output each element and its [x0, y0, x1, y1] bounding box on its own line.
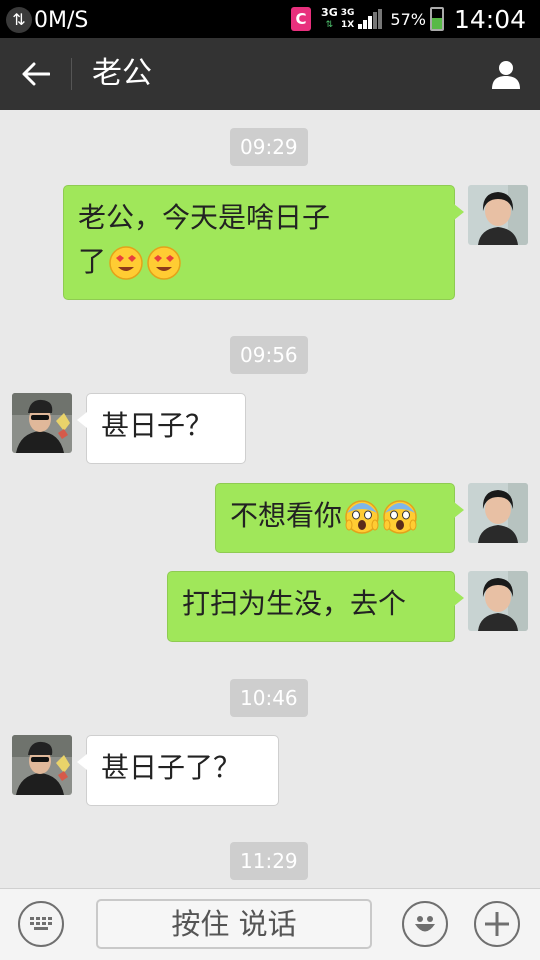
message-text: 甚日子了？ [101, 751, 242, 784]
outgoing-message[interactable]: 不想看你 [215, 483, 464, 553]
battery-icon [429, 7, 444, 31]
face-screaming-in-fear-icon [345, 500, 379, 534]
title-divider [71, 58, 72, 90]
message-timestamp: 09:29 [230, 128, 308, 166]
signal-strength-icon [357, 9, 383, 29]
status-icons: C 3G ⇅ 3G 1X 57% 14:04 [291, 0, 526, 38]
more-options-button[interactable] [474, 901, 520, 947]
network-speed: ⇅ 0M/S [6, 6, 88, 34]
smiling-face-with-heart-eyes-icon [109, 246, 143, 280]
network-type-label-2: 3G [340, 8, 355, 18]
battery-level-fill [431, 17, 442, 29]
data-arrows-icon: ⇅ [325, 20, 334, 30]
smiley-icon [415, 916, 435, 932]
status-clock: 14:04 [453, 4, 526, 34]
hold-to-talk-button[interactable]: 按住 说话 [96, 899, 372, 949]
emoji-button[interactable] [402, 901, 448, 947]
network-type-3g-1x: 3G 1X [341, 7, 355, 31]
network-type-3g: 3G ⇅ [321, 7, 338, 31]
incoming-message[interactable]: 甚日子了？ [77, 735, 279, 806]
message-timestamp: 09:56 [230, 336, 308, 374]
message-timestamp: 11:29 [230, 842, 308, 880]
network-speed-text: 0M/S [34, 7, 89, 33]
network-type-sub-label: 1X [340, 20, 355, 30]
message-text: 打扫为生没，去个 [182, 587, 407, 620]
status-bar: ⇅ 0M/S C 3G ⇅ 3G 1X 57% 14:04 [0, 0, 540, 38]
smiling-face-with-heart-eyes-icon [147, 246, 181, 280]
message-list[interactable]: 09:29 老公，今天是啥日子 了 09:56 甚日子？ 不想看你 打扫为生没，… [0, 110, 540, 888]
message-text: 甚日子？ [101, 409, 214, 442]
contact-avatar-image [12, 393, 72, 453]
contact-avatar-image [12, 735, 72, 795]
my-avatar[interactable] [468, 571, 528, 631]
incoming-message[interactable]: 甚日子？ [77, 393, 246, 464]
message-timestamp: 10:46 [230, 679, 308, 717]
contact-avatar[interactable] [12, 393, 72, 453]
my-avatar[interactable] [468, 185, 528, 245]
face-screaming-in-fear-icon [383, 500, 417, 534]
my-avatar-image [468, 571, 528, 631]
outgoing-message[interactable]: 打扫为生没，去个 [167, 571, 464, 642]
keyboard-toggle-button[interactable] [18, 901, 64, 947]
message-text-line-2: 了 [78, 240, 440, 284]
contact-info-button[interactable] [486, 54, 526, 94]
my-avatar[interactable] [468, 483, 528, 543]
message-text: 不想看你 [230, 499, 343, 532]
chat-title-bar: 老公 [0, 38, 540, 110]
outgoing-message[interactable]: 老公，今天是啥日子 了 [63, 185, 464, 300]
chat-title: 老公 [92, 56, 152, 91]
input-toolbar: 按住 说话 [0, 888, 540, 960]
network-type-label: 3G [321, 6, 338, 19]
arrow-left-icon [22, 62, 50, 86]
my-avatar-image [468, 185, 528, 245]
message-text-line-2-text: 了 [78, 245, 107, 278]
my-avatar-image [468, 483, 528, 543]
plus-icon [485, 912, 509, 936]
back-button[interactable] [14, 54, 58, 94]
contact-avatar[interactable] [12, 735, 72, 795]
data-transfer-icon: ⇅ [6, 7, 32, 33]
keyboard-icon [30, 917, 52, 930]
app-notification-icon: C [291, 7, 312, 31]
person-icon [492, 61, 520, 89]
message-text-line-1: 老公，今天是啥日子 [78, 201, 331, 234]
battery-percentage: 57% [390, 9, 426, 29]
